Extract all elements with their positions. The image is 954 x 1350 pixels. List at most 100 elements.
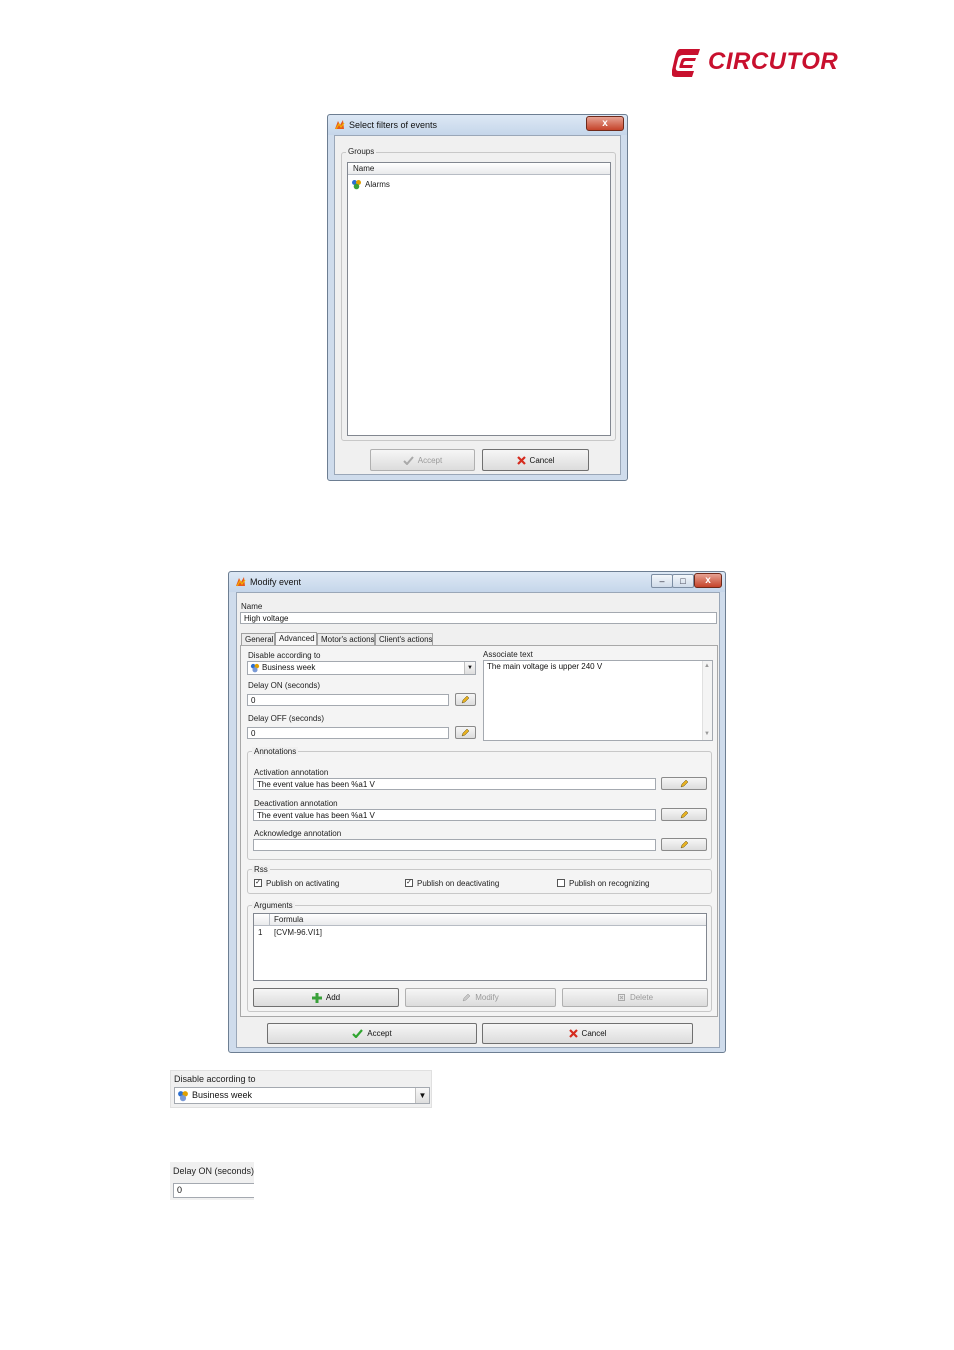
list-item[interactable]: Alarms (351, 178, 390, 190)
modify-argument-label: Modify (475, 993, 499, 1002)
pencil-icon (680, 840, 688, 849)
activation-annotation-label: Activation annotation (254, 768, 329, 777)
delete-argument-label: Delete (629, 993, 654, 1002)
cancel-button[interactable]: Cancel (482, 1023, 693, 1044)
publish-on-recognizing-checkbox[interactable] (557, 879, 565, 887)
pencil-icon (680, 779, 688, 788)
publish-on-deactivating-label: Publish on deactivating (417, 879, 500, 888)
scroll-down-icon: ▼ (704, 731, 710, 737)
circutor-logo-icon (672, 49, 700, 77)
name-field[interactable]: High voltage (240, 612, 717, 624)
zoom-disable-combo[interactable]: Business week ▼ (174, 1087, 430, 1104)
associate-text-value: The main voltage is upper 240 V (487, 662, 603, 671)
deactivation-annotation-label: Deactivation annotation (254, 799, 338, 808)
cancel-x-icon (568, 1029, 578, 1038)
pencil-icon (461, 728, 470, 737)
logo-text: CIRCUTOR (708, 48, 839, 75)
dialog-client-area: Groups Name Alarms Accept Cancel (334, 135, 621, 475)
minimize-icon: – (659, 576, 665, 586)
activation-annotation-field[interactable]: The event value has been %a1 V (253, 778, 656, 790)
app-icon (335, 120, 345, 130)
name-column-label: Name (353, 164, 375, 173)
window-title: Modify event (250, 577, 302, 587)
name-label: Name (241, 602, 263, 611)
maximize-button[interactable]: □ (672, 574, 694, 588)
rss-label: Rss (252, 865, 270, 874)
pencil-icon (680, 810, 688, 819)
publish-on-deactivating-checkbox[interactable]: ✓ (405, 879, 413, 887)
accept-button-label: Accept (367, 1029, 392, 1038)
name-column-header[interactable]: Name (348, 163, 610, 175)
tab-motors-actions[interactable]: Motor's actions (317, 633, 375, 645)
zoom-disable-according-panel: Disable according to Business week ▼ (170, 1070, 432, 1108)
circutor-logo: CIRCUTOR (672, 44, 844, 80)
index-column-header (254, 914, 270, 925)
calendar-group-icon (250, 663, 260, 673)
checkmark-icon (352, 1029, 364, 1038)
checkmark-icon (403, 455, 414, 465)
publish-on-activating-label: Publish on activating (266, 879, 340, 888)
disable-according-combo[interactable]: Business week ▼ (247, 661, 476, 675)
title-bar: Select filters of events x (328, 115, 627, 135)
delay-off-label: Delay OFF (seconds) (248, 714, 325, 723)
table-row[interactable]: 1 [CVM-96.VI1] (254, 928, 706, 938)
arguments-table[interactable]: Formula 1 [CVM-96.VI1] (253, 913, 707, 981)
group-icon (352, 179, 361, 189)
delay-on-field[interactable]: 0 (247, 694, 449, 706)
chevron-down-icon[interactable]: ▼ (464, 662, 475, 674)
modify-argument-button[interactable]: Modify (405, 988, 556, 1007)
annotations-label: Annotations (252, 747, 299, 756)
delay-on-edit-button[interactable] (455, 693, 476, 706)
deactivation-annotation-field[interactable]: The event value has been %a1 V (253, 809, 656, 821)
zoom-delay-label: Delay ON (seconds) (173, 1166, 255, 1176)
publish-on-activating-checkbox[interactable]: ✓ (254, 879, 262, 887)
pencil-icon (461, 695, 470, 704)
zoom-disable-value: Business week (192, 1090, 253, 1100)
add-argument-button[interactable]: Add (253, 988, 399, 1007)
title-bar: Modify event – □ x (229, 572, 725, 592)
tab-general[interactable]: General (241, 633, 275, 645)
close-button[interactable]: x (586, 116, 624, 131)
maximize-icon: □ (680, 576, 686, 586)
accept-button[interactable]: Accept (370, 449, 475, 471)
associate-text-label: Associate text (483, 650, 533, 659)
groups-label: Groups (346, 147, 377, 156)
minimize-button[interactable]: – (651, 574, 673, 588)
accept-button-label: Accept (417, 455, 443, 465)
zoom-disable-label: Disable according to (174, 1074, 256, 1084)
delay-off-edit-button[interactable] (455, 726, 476, 739)
disable-according-label: Disable according to (248, 651, 321, 660)
delay-off-field[interactable]: 0 (247, 727, 449, 739)
disable-according-value: Business week (262, 663, 316, 672)
associate-text-area[interactable]: The main voltage is upper 240 V ▲ ▼ (483, 660, 713, 741)
add-argument-label: Add (325, 993, 341, 1002)
delete-argument-button[interactable]: Delete (562, 988, 708, 1007)
formula-column-header[interactable]: Formula (274, 915, 303, 924)
deactivation-annotation-edit-button[interactable] (661, 808, 707, 821)
zoom-delay-field[interactable]: 0 (173, 1183, 254, 1198)
acknowledge-annotation-label: Acknowledge annotation (254, 829, 342, 838)
tab-advanced[interactable]: Advanced (275, 632, 317, 645)
zoom-delay-on-panel: Delay ON (seconds) 0 (170, 1162, 254, 1200)
select-filters-window: Select filters of events x Groups Name A… (327, 114, 628, 481)
accept-button[interactable]: Accept (267, 1023, 477, 1044)
arguments-label: Arguments (252, 901, 295, 910)
vertical-scrollbar[interactable]: ▲ ▼ (702, 661, 712, 740)
arguments-table-header: Formula (254, 914, 706, 926)
tab-clients-actions[interactable]: Client's actions (375, 633, 433, 645)
row-formula: [CVM-96.VI1] (274, 928, 323, 937)
acknowledge-annotation-edit-button[interactable] (661, 838, 707, 851)
groups-list[interactable]: Name Alarms (347, 162, 611, 436)
acknowledge-annotation-field[interactable] (253, 839, 656, 851)
close-icon: x (602, 118, 608, 129)
delay-on-label: Delay ON (seconds) (248, 681, 321, 690)
activation-annotation-edit-button[interactable] (661, 777, 707, 790)
cancel-button-label: Cancel (529, 455, 555, 465)
close-button[interactable]: x (694, 573, 722, 588)
scroll-up-icon: ▲ (704, 663, 710, 669)
list-item-label: Alarms (365, 179, 390, 189)
row-index: 1 (258, 928, 263, 937)
chevron-down-icon[interactable]: ▼ (415, 1088, 429, 1103)
cancel-button-label: Cancel (581, 1029, 607, 1038)
cancel-button[interactable]: Cancel (482, 449, 589, 471)
